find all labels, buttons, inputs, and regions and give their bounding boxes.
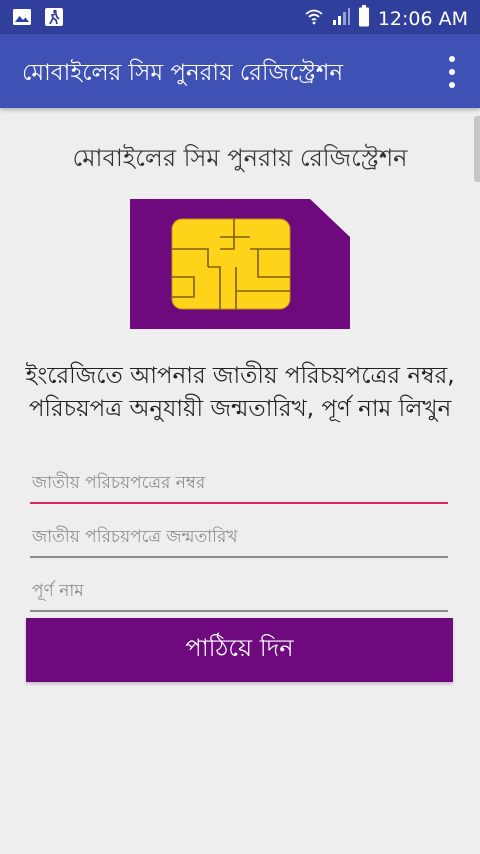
instructions-text: ইংরেজিতে আপনার জাতীয় পরিচয়পত্রের নম্বর… bbox=[25, 363, 455, 422]
page-heading: মোবাইলের সিম পুনরায় রেজিস্ট্রেশন bbox=[72, 144, 408, 172]
full-name-field bbox=[30, 572, 448, 612]
gallery-icon bbox=[12, 7, 32, 31]
clock: 12:06 AM bbox=[377, 7, 468, 30]
accessibility-icon bbox=[44, 7, 64, 31]
full-name-input[interactable] bbox=[30, 572, 448, 610]
signal-icon bbox=[332, 6, 350, 31]
battery-icon bbox=[358, 5, 370, 32]
dob-field bbox=[30, 518, 448, 558]
nid-number-input[interactable] bbox=[30, 464, 448, 502]
dob-input[interactable] bbox=[30, 518, 448, 556]
app-title: মোবাইলের সিম পুনরায় রেজিস্ট্রেশন bbox=[22, 60, 344, 86]
overflow-menu-icon[interactable] bbox=[442, 56, 462, 88]
status-bar: 12:06 AM bbox=[0, 0, 480, 34]
wifi-icon bbox=[304, 6, 324, 31]
nid-number-field bbox=[30, 464, 448, 504]
sim-card-icon bbox=[128, 197, 352, 335]
app-bar: মোবাইলের সিম পুনরায় রেজিস্ট্রেশন bbox=[0, 34, 480, 108]
submit-button[interactable]: পাঠিয়ে দিন bbox=[26, 618, 453, 682]
